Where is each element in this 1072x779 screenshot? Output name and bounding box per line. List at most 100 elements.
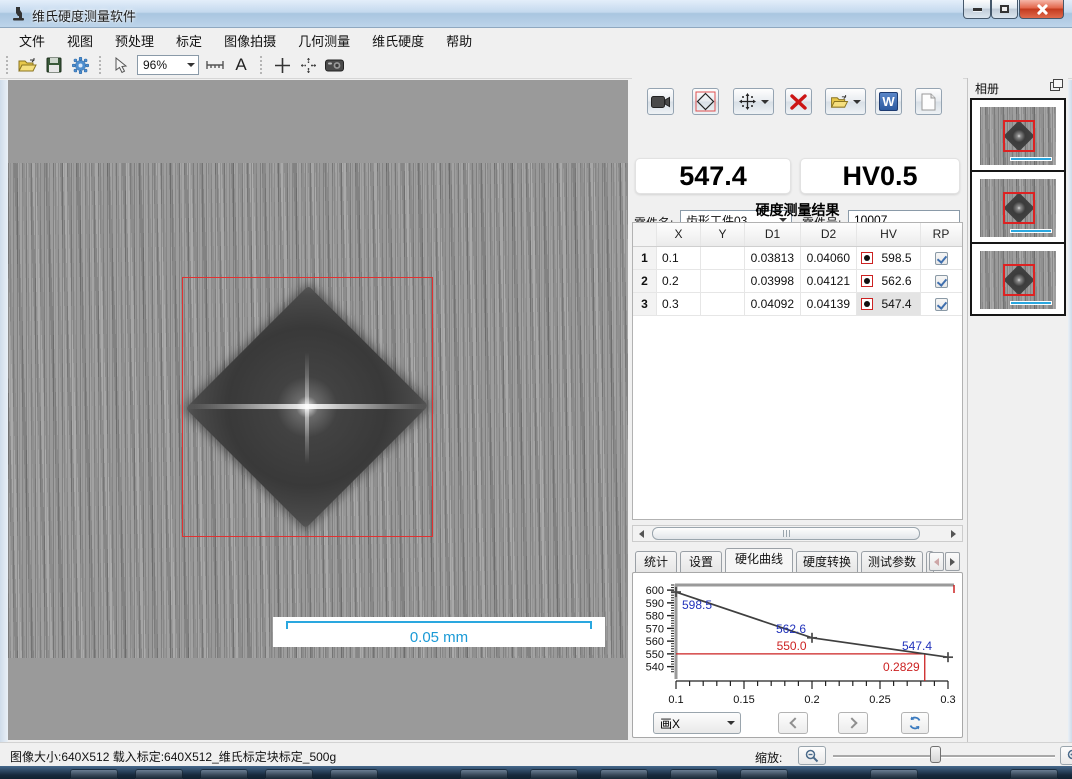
cell-hv: 547.4	[857, 293, 921, 315]
thumbnail-image	[980, 251, 1056, 309]
delete-button[interactable]	[785, 88, 812, 115]
open-result-button[interactable]	[825, 88, 866, 115]
axis-select-dropdown[interactable]	[722, 721, 740, 725]
table-hscrollbar[interactable]	[632, 525, 963, 542]
menu-preprocess[interactable]: 预处理	[104, 28, 165, 53]
word-report-button[interactable]: W	[875, 88, 902, 115]
svg-text:560: 560	[646, 636, 664, 648]
svg-text:550.0: 550.0	[777, 639, 807, 653]
menu-help[interactable]: 帮助	[435, 28, 483, 53]
text-tool-button[interactable]: A	[229, 54, 253, 76]
close-icon	[1036, 3, 1048, 15]
menu-view[interactable]: 视图	[56, 28, 104, 53]
col-d2[interactable]: D2	[801, 223, 857, 246]
close-button[interactable]	[1019, 0, 1064, 19]
tab-hardness-conversion[interactable]: 硬度转换	[796, 551, 858, 572]
move-arrows-icon	[738, 92, 757, 111]
col-x[interactable]: X	[657, 223, 701, 246]
cell-d1: 0.04092	[745, 293, 801, 315]
table-row[interactable]: 2 0.2 0.03998 0.04121 562.6	[633, 270, 962, 293]
video-capture-button[interactable]	[647, 88, 674, 115]
measurement-rectangle	[1003, 120, 1035, 152]
next-point-button[interactable]	[838, 712, 868, 734]
rp-checkbox[interactable]	[935, 252, 948, 265]
menu-file[interactable]: 文件	[8, 28, 56, 53]
chevron-down-icon	[761, 100, 769, 104]
measure-tool-button[interactable]	[203, 54, 227, 76]
svg-text:600: 600	[646, 585, 664, 597]
rp-checkbox[interactable]	[935, 298, 948, 311]
maximize-button[interactable]	[991, 0, 1018, 19]
crosshair-tool-button[interactable]	[270, 54, 294, 76]
col-y[interactable]: Y	[701, 223, 745, 246]
scroll-left-button[interactable]	[633, 526, 650, 541]
menu-vickers-hardness[interactable]: 维氏硬度	[361, 28, 435, 53]
tab-statistics[interactable]: 统计	[635, 551, 677, 572]
save-button[interactable]	[42, 54, 66, 76]
svg-text:547.4: 547.4	[902, 639, 932, 653]
tab-scroll-left-button[interactable]	[929, 552, 944, 571]
zoom-out-button[interactable]	[798, 746, 826, 765]
measurement-rectangle[interactable]	[182, 277, 433, 537]
chart-controls: 画X	[633, 711, 962, 735]
cell-x: 0.2	[657, 270, 701, 292]
indent-detect-button[interactable]	[692, 88, 719, 115]
open-file-button[interactable]	[16, 54, 40, 76]
zoom-combobox[interactable]: 96%	[137, 55, 199, 75]
settings-button[interactable]	[68, 54, 92, 76]
axis-select[interactable]: 画X	[653, 712, 741, 734]
minimize-button[interactable]	[963, 0, 991, 19]
prev-point-button[interactable]	[778, 712, 808, 734]
cell-y	[701, 293, 745, 315]
zoom-slider-handle[interactable]	[930, 746, 941, 763]
pointer-tool-button[interactable]	[109, 54, 133, 76]
thumbnail-2[interactable]	[972, 172, 1064, 244]
refresh-button[interactable]	[901, 712, 929, 734]
scroll-right-button[interactable]	[945, 526, 962, 541]
center-target-button[interactable]	[296, 54, 320, 76]
hardness-value-display: 547.4	[635, 158, 791, 194]
float-panel-icon[interactable]	[1050, 82, 1060, 91]
toolbar-grip	[6, 56, 11, 74]
tab-hardening-curve[interactable]: 硬化曲线	[725, 548, 793, 572]
chevron-left-icon	[789, 717, 800, 728]
zoom-slider-track[interactable]	[833, 755, 1055, 757]
svg-text:562.6: 562.6	[776, 622, 806, 636]
tab-test-params[interactable]: 测试参数	[861, 551, 923, 572]
cell-d2: 0.04121	[801, 270, 857, 292]
tab-settings[interactable]: 设置	[680, 551, 722, 572]
col-hv[interactable]: HV	[857, 223, 921, 246]
results-table: X Y D1 D2 HV RP 1 0.1 0.03813 0.04060 59…	[632, 222, 963, 520]
scale-bar	[1010, 301, 1052, 305]
zoom-dropdown-button[interactable]	[183, 56, 198, 74]
cell-rp	[921, 247, 961, 269]
open-folder-icon	[18, 57, 38, 73]
col-d1[interactable]: D1	[745, 223, 801, 246]
cell-hv: 562.6	[857, 270, 921, 292]
image-viewport[interactable]: 0.05 mm	[8, 80, 628, 740]
status-text: 图像大小:640X512 载入标定:640X512_维氏标定块标定_500g	[10, 748, 336, 765]
zoom-in-button[interactable]	[1060, 746, 1072, 765]
menu-geometry-measure[interactable]: 几何测量	[287, 28, 361, 53]
table-row-selected[interactable]: 3 0.3 0.04092 0.04139 547.4	[633, 293, 962, 316]
scale-bar-bracket	[286, 621, 592, 629]
tab-scroll-right-button[interactable]	[945, 552, 960, 571]
col-rp[interactable]: RP	[921, 223, 961, 246]
scale-bar	[1010, 157, 1052, 161]
capture-button[interactable]	[322, 54, 346, 76]
open-folder-icon	[830, 94, 850, 109]
table-row[interactable]: 1 0.1 0.03813 0.04060 598.5	[633, 247, 962, 270]
zoom-label: 缩放:	[755, 749, 782, 766]
measurement-rectangle	[1003, 192, 1035, 224]
thumbnail-3[interactable]	[972, 244, 1064, 316]
new-document-button[interactable]	[915, 88, 942, 115]
move-point-button[interactable]	[733, 88, 774, 115]
thumbnail-1[interactable]	[972, 100, 1064, 172]
menu-calibration[interactable]: 标定	[165, 28, 213, 53]
rp-checkbox[interactable]	[935, 275, 948, 288]
scrollbar-thumb[interactable]	[652, 527, 920, 540]
cell-x: 0.3	[657, 293, 701, 315]
scrollbar-track[interactable]	[650, 526, 945, 541]
menu-image-capture[interactable]: 图像拍摄	[213, 28, 287, 53]
magnifier-minus-icon	[805, 749, 819, 763]
